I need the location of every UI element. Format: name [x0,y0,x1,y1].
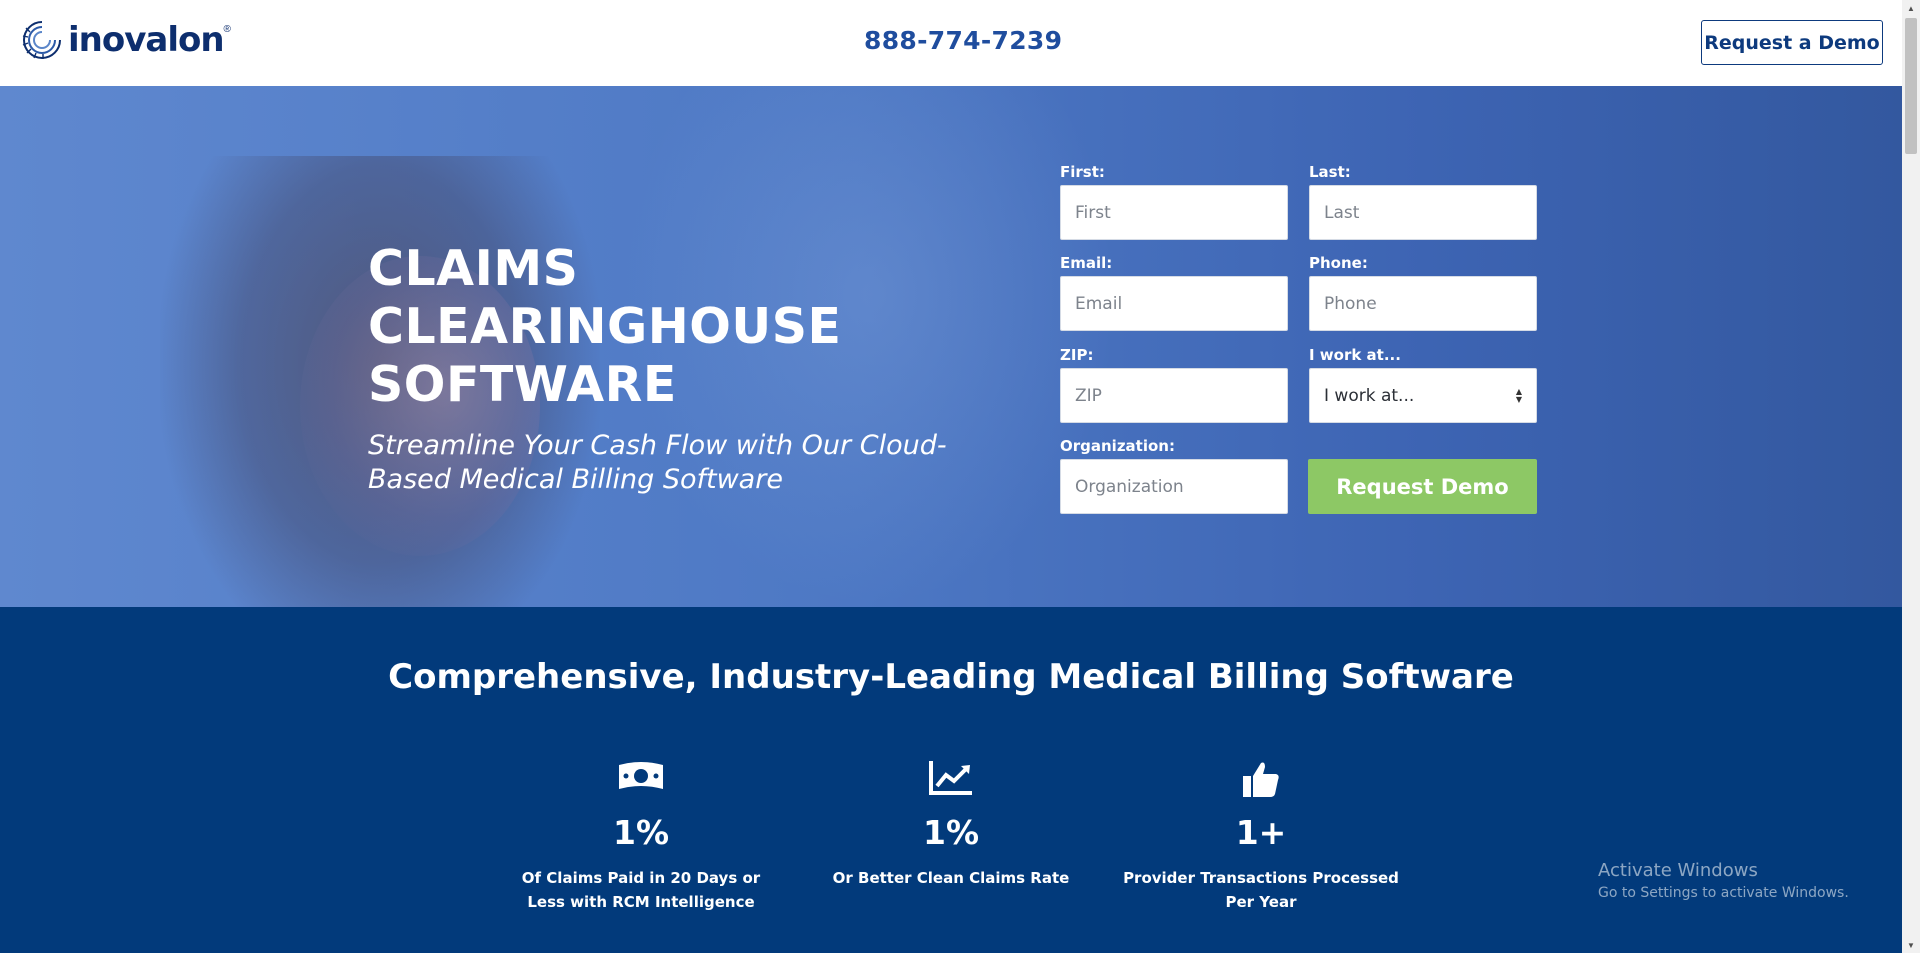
money-bill-icon [619,762,663,789]
first-name-field: First: First [1060,162,1288,240]
stat-label: Provider Transactions Processed Per Year [1123,869,1399,911]
email-input[interactable]: Email [1060,276,1288,331]
zip-label: ZIP: [1060,346,1094,364]
work-at-label: I work at... [1309,346,1401,364]
work-at-selected-value: I work at... [1324,385,1415,406]
hero-subtitle: Streamline Your Cash Flow with Our Cloud… [368,430,947,495]
select-arrows-icon: ▲ ▼ [1515,386,1522,404]
phone-input[interactable]: Phone [1309,276,1537,331]
stat-label: Of Claims Paid in 20 Days or Less with R… [521,869,761,911]
stat-value: 1+ [1235,813,1287,852]
stat-item: 1% Or Better Clean Claims Rate [801,759,1101,890]
first-name-label: First: [1060,163,1105,181]
phone-number-link[interactable]: 888-774-7239 [864,26,1062,55]
work-at-field: I work at... I work at... ▲ ▼ [1309,345,1537,423]
phone-label: Phone: [1309,254,1368,272]
logo-wordmark: inovalon [68,20,225,60]
page-scrollbar[interactable]: ▲ ▼ [1902,0,1920,953]
work-at-select[interactable]: I work at... ▲ ▼ [1309,368,1537,423]
hero-title: CLAIMS CLEARINGHOUSE SOFTWARE [368,240,842,413]
last-name-input[interactable]: Last [1309,185,1537,240]
activate-windows-watermark: Activate Windows Go to Settings to activ… [1598,860,1849,901]
hero-section: CLAIMS CLEARINGHOUSE SOFTWARE Streamline… [0,86,1902,607]
request-demo-header-button[interactable]: Request a Demo [1701,20,1883,65]
organization-field: Organization: Organization [1060,436,1288,514]
phone-field: Phone: Phone [1309,253,1537,331]
email-field: Email: Email [1060,253,1288,331]
logo-swirl-icon [22,21,61,59]
organization-label: Organization: [1060,437,1175,455]
stat-item: 1+ Provider Transactions Processed Per Y… [1111,759,1411,914]
scroll-down-icon[interactable]: ▼ [1902,937,1920,953]
organization-input[interactable]: Organization [1060,459,1288,514]
watermark-subtitle: Go to Settings to activate Windows. [1598,885,1849,901]
request-demo-submit-button[interactable]: Request Demo [1308,459,1537,514]
scrollbar-thumb[interactable] [1905,18,1917,154]
site-header: inovalon ® 888-774-7239 Request a Demo [0,0,1902,87]
last-name-field: Last: Last [1309,162,1537,240]
first-name-input[interactable]: First [1060,185,1288,240]
stat-value: 1% [612,813,670,852]
watermark-title: Activate Windows [1598,860,1758,881]
stats-section: Comprehensive, Industry-Leading Medical … [0,607,1902,953]
logo-registered-mark: ® [223,24,231,35]
scroll-up-icon[interactable]: ▲ [1902,0,1920,16]
email-label: Email: [1060,254,1113,272]
last-name-label: Last: [1309,163,1351,181]
stat-item: 1% Of Claims Paid in 20 Days or Less wit… [491,759,791,914]
demo-request-form: First: First Last: Last Email: Email Pho… [1060,162,1538,522]
thumbs-up-icon [1243,762,1279,797]
zip-input[interactable]: ZIP [1060,368,1288,423]
stat-label: Or Better Clean Claims Rate [832,869,1070,887]
zip-field: ZIP: ZIP [1060,345,1288,423]
stat-value: 1% [922,813,980,852]
chart-line-icon [929,761,972,795]
stats-title: Comprehensive, Industry-Leading Medical … [388,657,1514,697]
inovalon-logo[interactable]: inovalon ® [20,18,231,62]
